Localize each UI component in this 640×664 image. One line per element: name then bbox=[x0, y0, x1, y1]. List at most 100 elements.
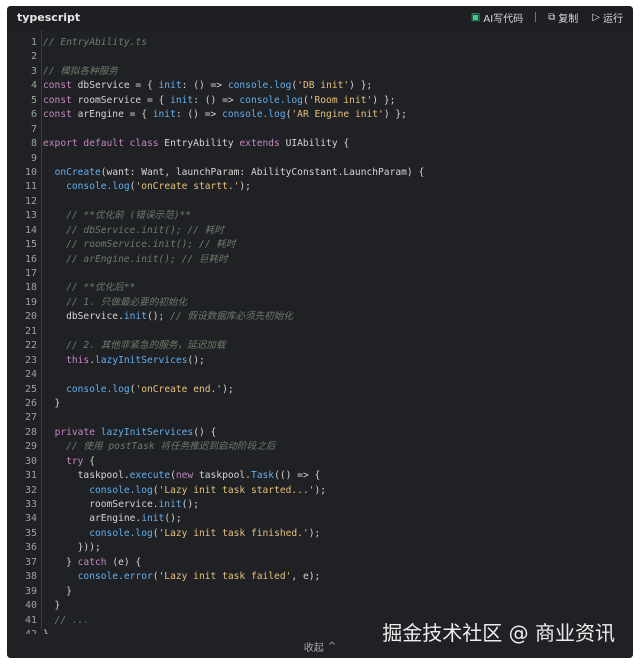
code-line: roomService.init(); bbox=[43, 498, 625, 512]
code-line: // EntryAbility.ts bbox=[43, 36, 625, 50]
code-token: // ... bbox=[54, 614, 90, 626]
code-line: console.error('Lazy init task failed', e… bbox=[43, 570, 625, 584]
line-number: 6 bbox=[30, 109, 37, 121]
line-number: 28 bbox=[24, 426, 37, 438]
code-token: init bbox=[158, 80, 182, 92]
code-token: console.log bbox=[66, 181, 130, 193]
line-number: 21 bbox=[24, 325, 37, 337]
code-line: try { bbox=[43, 455, 625, 469]
code-area[interactable]: 1 2 3 4 5 6 7 8 9 10 11 12 13 14 15 16 17 18 19 20 21 22 23 24 2… bbox=[7, 30, 633, 658]
code-line: // 使用 postTask 将任务推迟到启动阶段之后 bbox=[43, 440, 625, 454]
code-line: } bbox=[43, 585, 625, 599]
code-token: catch bbox=[77, 556, 107, 568]
line-number: 36 bbox=[24, 542, 37, 554]
code-line: // **优化前 (错误示范)** bbox=[43, 209, 625, 223]
code-token: // **优化前 (错误示范)** bbox=[66, 210, 192, 222]
code-token: UIAbility { bbox=[285, 138, 350, 150]
ai-icon: ▣ bbox=[470, 11, 481, 23]
collapse-label: 收起 bbox=[303, 642, 324, 654]
code-token: ); bbox=[314, 484, 327, 496]
code-token: // dbService.init(); // 耗时 bbox=[66, 224, 224, 236]
code-token: // 2. 其他非紧急的服务，延迟加载 bbox=[66, 340, 226, 352]
code-token: EntryAbility bbox=[164, 138, 240, 150]
line-number: 30 bbox=[24, 455, 37, 467]
code-token: 'Lazy init task finished.' bbox=[158, 527, 309, 539]
line-number: 17 bbox=[24, 268, 37, 279]
code-token: console.log bbox=[66, 383, 130, 395]
code-line: console.log('onCreate startt.'); bbox=[43, 180, 625, 194]
line-number: 35 bbox=[24, 527, 37, 539]
code-token: 'Room init' bbox=[308, 94, 373, 106]
run-label: 运行 bbox=[603, 13, 623, 25]
code-token: roomService. bbox=[43, 499, 159, 510]
code-token: // 模拟各种服务 bbox=[43, 65, 118, 77]
code-token: , e); bbox=[291, 571, 321, 583]
copy-button[interactable]: ⧉ 复制 bbox=[548, 10, 578, 25]
line-number: 12 bbox=[24, 195, 37, 207]
code-line: const arEngine = { init: () => console.l… bbox=[43, 108, 625, 122]
code-token: // 使用 postTask 将任务推迟到启动阶段之后 bbox=[66, 441, 276, 453]
line-number: 18 bbox=[24, 282, 37, 294]
code-token: // 1. 只做最必要的初始化 bbox=[66, 296, 188, 308]
code-token: init bbox=[152, 109, 176, 121]
code-token: arEngine. bbox=[43, 513, 142, 525]
play-icon: ▷ bbox=[592, 11, 600, 23]
code-token: console.log bbox=[239, 94, 303, 106]
line-number: 39 bbox=[24, 585, 37, 597]
line-number: 7 bbox=[30, 123, 37, 135]
code-token: 'Lazy init task failed' bbox=[158, 571, 292, 583]
line-number: 11 bbox=[24, 181, 37, 193]
code-token: init bbox=[123, 311, 147, 323]
code-token: dbService. bbox=[43, 311, 124, 323]
code-token: ) }; bbox=[383, 109, 407, 121]
code-token: })); bbox=[43, 542, 101, 554]
code-token: : () => bbox=[181, 80, 228, 92]
code-token: execute bbox=[129, 470, 171, 482]
code-token: init bbox=[158, 499, 182, 510]
code-line: this.lazyInitServices(); bbox=[43, 354, 625, 368]
line-number: 34 bbox=[24, 513, 37, 525]
code-token: (); bbox=[146, 311, 171, 323]
run-button[interactable]: ▷ 运行 bbox=[592, 10, 623, 25]
code-token: console.error bbox=[77, 571, 153, 583]
code-token: init bbox=[141, 513, 165, 525]
line-number: 31 bbox=[24, 470, 37, 482]
code-token: extends bbox=[239, 138, 286, 150]
line-number: 13 bbox=[24, 210, 37, 222]
code-token: console.log bbox=[89, 484, 153, 496]
code-token: const bbox=[43, 94, 78, 106]
code-line: } catch (e) { bbox=[43, 556, 625, 570]
code-token: // arEngine.init(); // 巨耗时 bbox=[66, 253, 228, 265]
code-line: })); bbox=[43, 541, 625, 555]
line-number: 15 bbox=[24, 239, 37, 251]
copy-label: 复制 bbox=[558, 13, 579, 25]
ai-code-label: AI写代码 bbox=[483, 13, 524, 25]
code-token: (() => { bbox=[274, 470, 321, 482]
code-token: (e) { bbox=[106, 556, 142, 568]
code-token: Task bbox=[250, 470, 275, 482]
chevron-up-icon: ^ bbox=[327, 640, 337, 652]
code-token: (want: Want, launchParam: AbilityConstan… bbox=[100, 166, 425, 178]
code-line: const roomService = { init: () => consol… bbox=[43, 94, 625, 108]
code-line: onCreate(want: Want, launchParam: Abilit… bbox=[43, 166, 625, 180]
line-number: 16 bbox=[24, 253, 37, 265]
line-number-gutter: 1 2 3 4 5 6 7 8 9 10 11 12 13 14 15 16 17 18 19 20 21 22 23 24 2… bbox=[7, 36, 39, 642]
ai-code-button[interactable]: ▣ AI写代码 bbox=[471, 10, 523, 25]
line-number: 40 bbox=[24, 600, 37, 612]
watermark: 掘金技术社区 @ 商业资讯 bbox=[382, 621, 615, 645]
collapse-button[interactable]: 收起 ^ bbox=[304, 639, 336, 654]
line-number: 25 bbox=[24, 383, 37, 395]
line-number: 24 bbox=[24, 369, 37, 381]
